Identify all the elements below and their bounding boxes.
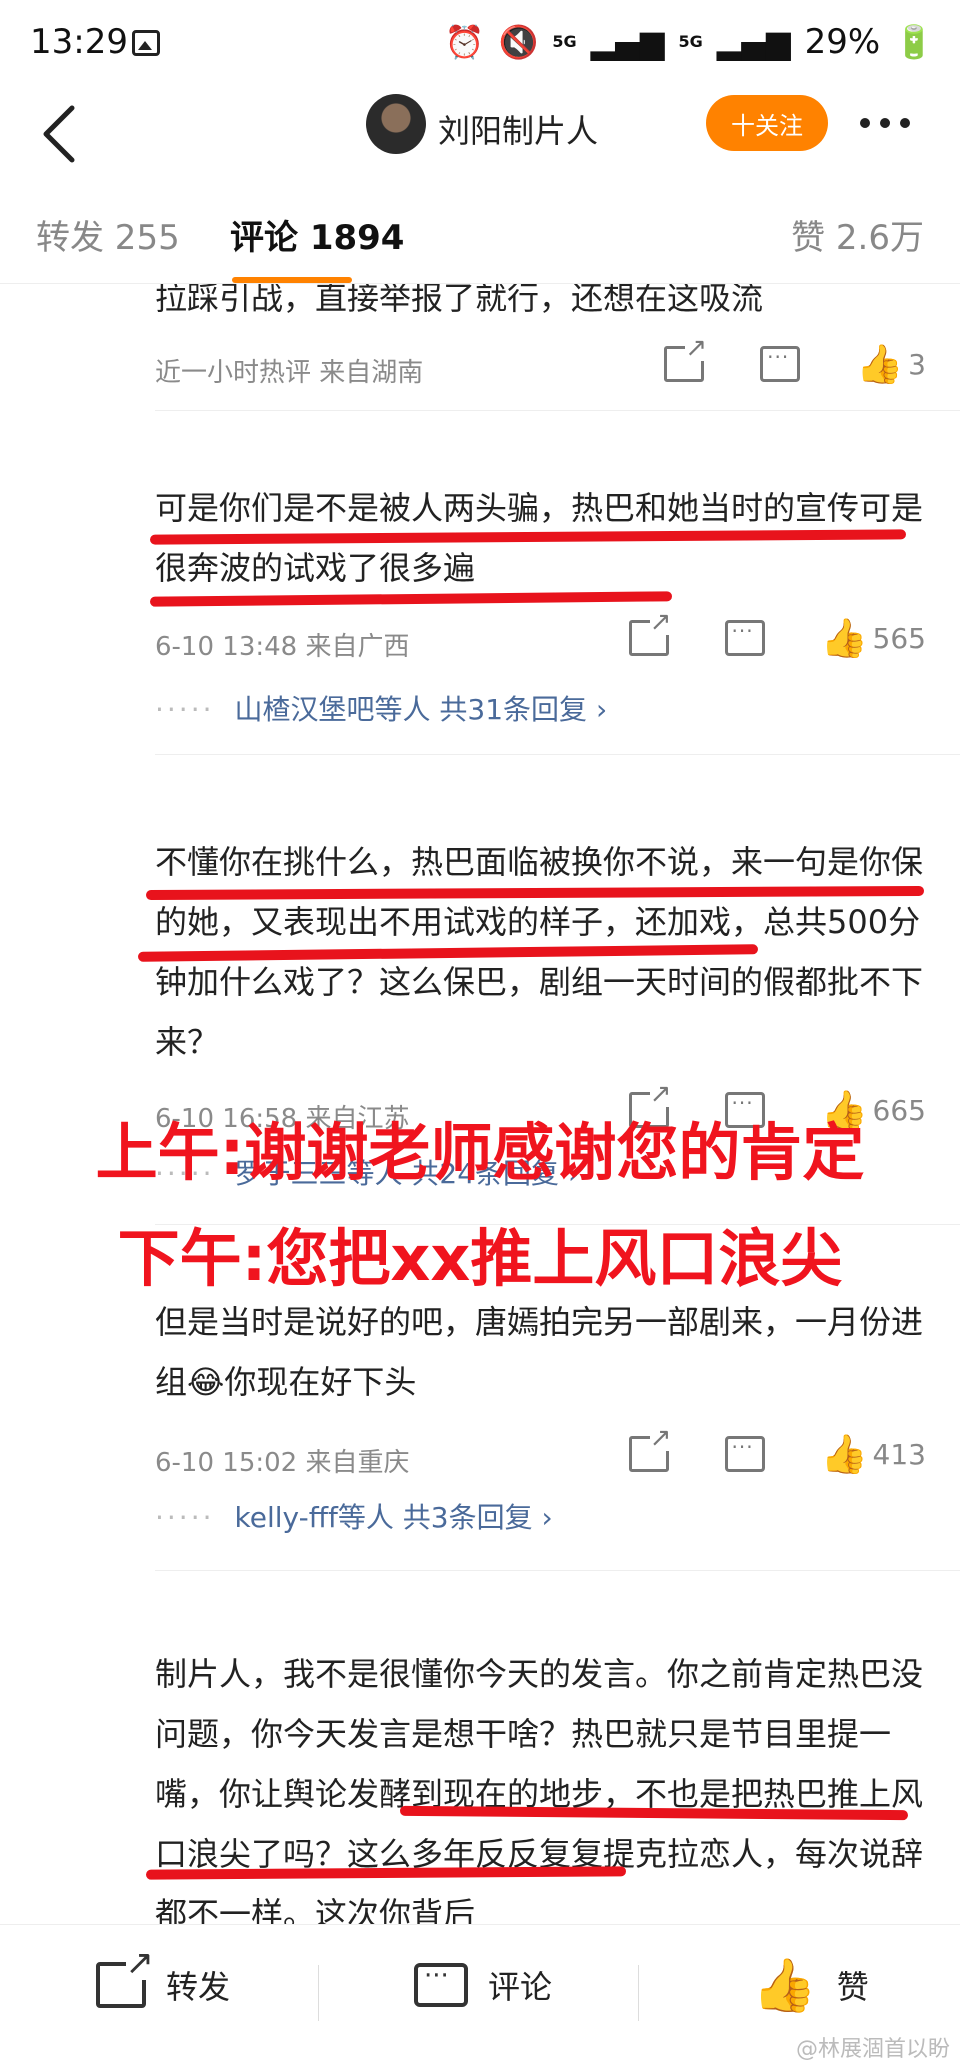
repost-button[interactable]: 转发 — [96, 1946, 231, 2015]
share-icon[interactable] — [628, 609, 672, 656]
divider — [155, 1570, 960, 1571]
comment-meta: 近一小时热评 来自湖南 — [155, 358, 424, 388]
follow-button[interactable]: 十关注 — [706, 95, 828, 151]
comment-label: 评论 — [488, 1968, 553, 2006]
like-icon[interactable]: 👍 — [856, 345, 903, 383]
more-options-icon[interactable] — [860, 108, 920, 138]
divider — [318, 1965, 319, 2021]
avatar[interactable] — [366, 94, 426, 154]
divider — [638, 1965, 639, 2021]
overlay-text-morning: 上午:谢谢老师感谢您的肯定 — [95, 1116, 865, 1189]
like-count: 565 — [872, 621, 926, 655]
comment-text: 制片人，我不是很懂你今天的发言。你之前肯定热巴没问题，你今天发言是想干啥？热巴就… — [155, 1655, 924, 1924]
comment-text: 拉踩引战，直接举报了就行，还想在这吸流 — [155, 284, 764, 317]
status-time: 13:29 — [30, 22, 128, 62]
watermark: @林展涸首以盼 — [795, 2037, 950, 2060]
divider — [155, 410, 960, 411]
tab-likes[interactable]: 赞 2.6万 — [791, 210, 924, 259]
share-icon[interactable] — [628, 1425, 672, 1472]
like-icon[interactable]: 👍 — [821, 619, 868, 657]
tab-repost[interactable]: 转发 255 — [36, 210, 180, 259]
comment-button[interactable]: 评论 — [414, 1955, 552, 2015]
photo-notification-icon — [132, 30, 160, 56]
reply-summary[interactable]: ····· 山楂汉堡吧等人 共31条回复 › — [155, 688, 607, 728]
comment-meta: 6-10 15:02 来自重庆 — [155, 1448, 410, 1478]
like-icon[interactable]: 👍 — [821, 1435, 868, 1473]
comment-icon[interactable] — [724, 619, 765, 656]
comment-text: 但是当时是说好的吧，唐嫣拍完另一部剧来，一月份进组😂你现在好下头 — [155, 1303, 924, 1401]
comment-icon — [414, 1961, 468, 2007]
comment-actions: 👍 565 — [573, 609, 926, 657]
mute-icon: 🔇 — [498, 23, 539, 61]
comment-meta: 6-10 13:48 来自广西 — [155, 632, 410, 662]
active-tab-indicator — [232, 277, 352, 283]
status-bar: 13:29 ⏰ 🔇 5G ▂▄▆ 5G ▂▄▆ 29% 🔋 — [0, 0, 960, 88]
signal-icon: ▂▄▆ — [590, 23, 665, 61]
repost-label: 转发 — [166, 1968, 231, 2006]
comment-icon[interactable] — [724, 1435, 765, 1472]
network-5g-label-2: 5G — [678, 32, 703, 51]
tabs: 转发 255 评论 1894 赞 2.6万 — [0, 188, 960, 284]
like-count: 413 — [872, 1437, 926, 1471]
divider — [155, 754, 960, 755]
nav-bar: 刘阳制片人 十关注 — [0, 88, 960, 188]
comment-icon[interactable] — [760, 345, 801, 382]
reply-summary[interactable]: ····· kelly-fff等人 共3条回复 › — [155, 1496, 553, 1536]
bottom-action-bar: 转发 评论 👍 赞 @林展涸首以盼 — [0, 1924, 960, 2060]
tab-comments[interactable]: 评论 1894 — [230, 210, 404, 259]
share-icon — [96, 1946, 154, 2008]
signal-icon-2: ▂▄▆ — [716, 23, 791, 61]
like-icon: 👍 — [752, 1955, 817, 2016]
alarm-icon: ⏰ — [444, 23, 485, 61]
like-count: 3 — [908, 347, 926, 381]
battery-icon: 🔋 — [894, 23, 934, 61]
comment-actions: 👍 413 — [573, 1425, 926, 1473]
back-arrow-icon[interactable] — [30, 98, 90, 168]
comment-actions: 👍 3 — [608, 335, 926, 383]
share-icon[interactable] — [664, 335, 708, 382]
user-name[interactable]: 刘阳制片人 — [438, 106, 598, 152]
status-indicators: ⏰ 🔇 5G ▂▄▆ 5G ▂▄▆ 29% 🔋 — [445, 22, 934, 62]
overlay-text-afternoon: 下午:您把xx推上风口浪尖 — [117, 1222, 843, 1295]
like-label: 赞 — [836, 1968, 869, 2006]
network-5g-label-1: 5G — [552, 32, 577, 51]
like-button[interactable]: 👍 赞 — [752, 1955, 869, 2016]
battery-level: 29% — [804, 22, 881, 62]
